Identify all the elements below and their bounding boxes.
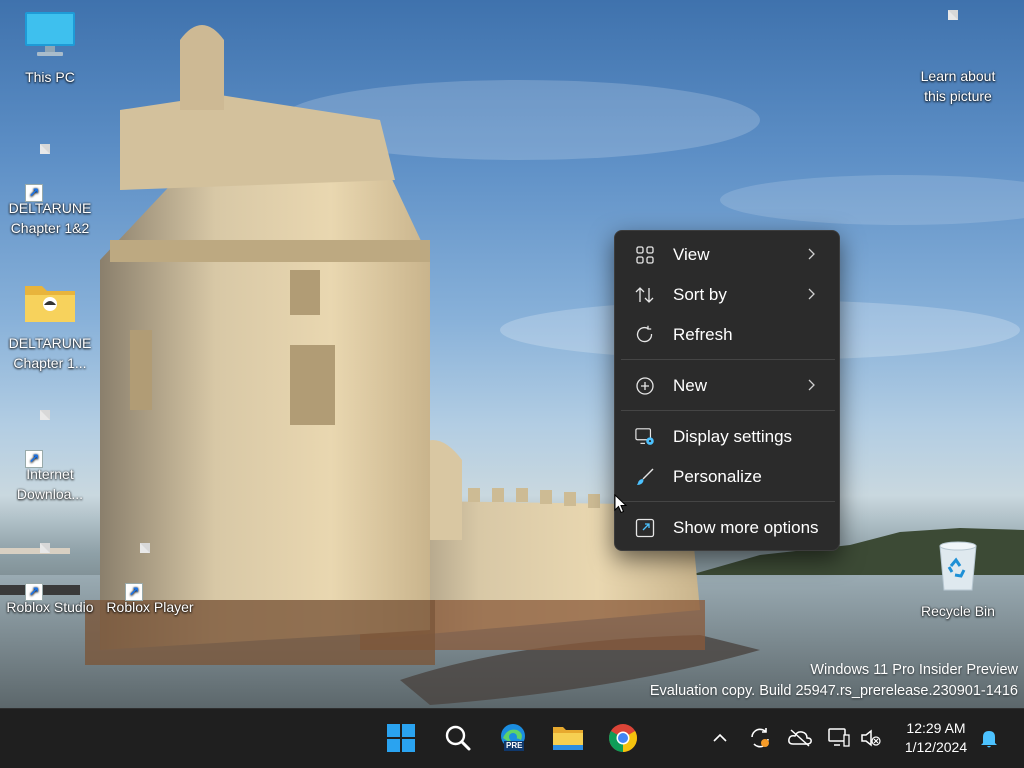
desktop-icon-label: Roblox Studio <box>6 599 94 615</box>
clock-button[interactable]: 12:29 AM 1/12/2024 <box>890 719 982 757</box>
desktop-icon-deltarune-chapter-1-2[interactable]: ↗ DELTARUNE Chapter 1&2 <box>2 144 98 238</box>
volume-button[interactable] <box>858 725 884 751</box>
open-external-icon <box>635 518 655 538</box>
file-explorer-button[interactable] <box>551 721 585 755</box>
menu-item-show-more-options[interactable]: Show more options <box>619 510 835 546</box>
desktop-icon-recycle-bin[interactable]: Recycle Bin <box>910 540 1006 621</box>
network-button[interactable] <box>826 725 852 751</box>
chevron-right-icon <box>808 288 815 300</box>
desktop-icon-learn-about-this-picture[interactable]: Learn about this picture <box>910 10 1006 106</box>
chrome-button[interactable] <box>606 721 640 755</box>
menu-item-label: Refresh <box>673 325 733 344</box>
plus-circle-icon <box>635 376 655 396</box>
desktop-icon-internet-download-manager[interactable]: ↗ Internet Downloa... <box>2 410 98 504</box>
sync-status-button[interactable] <box>747 725 773 751</box>
menu-item-label: Show more options <box>673 518 819 537</box>
desktop-icon-label: DELTARUNE Chapter 1... <box>8 335 92 371</box>
menu-item-label: View <box>673 245 710 264</box>
watermark-line-1: Windows 11 Pro Insider Preview <box>810 662 1018 678</box>
desktop-icon-label: Internet Downloa... <box>16 466 84 502</box>
display-settings-icon <box>635 427 655 447</box>
desktop-icon-label: Recycle Bin <box>921 603 995 619</box>
brush-icon <box>635 467 655 487</box>
folder-icon <box>2 278 98 331</box>
menu-item-personalize[interactable]: Personalize <box>619 459 835 495</box>
edge-button[interactable]: PRE <box>496 721 530 755</box>
file-explorer-icon <box>553 727 583 750</box>
desktop-icon-label: DELTARUNE Chapter 1&2 <box>8 200 92 236</box>
taskbar: PRE 12:29 AM 1/12/2024 <box>0 708 1024 768</box>
document-shortcut-icon: ↗ <box>125 543 169 601</box>
desktop-icon-this-pc[interactable]: This PC <box>2 10 98 87</box>
notifications-button[interactable] <box>976 725 1002 751</box>
evaluation-watermark: Windows 11 Pro Insider Preview Evaluatio… <box>650 660 1018 702</box>
menu-separator <box>621 359 835 360</box>
menu-item-label: Sort by <box>673 285 727 304</box>
grid-icon <box>635 245 655 265</box>
refresh-icon <box>635 325 655 345</box>
menu-item-new[interactable]: New <box>619 368 835 404</box>
recycle-bin-icon <box>910 540 1006 599</box>
clock-date: 1/12/2024 <box>904 739 968 755</box>
desktop-icon-label: Roblox Player <box>106 599 194 615</box>
menu-item-label: Personalize <box>673 467 762 486</box>
document-icon <box>939 10 977 64</box>
document-shortcut-icon: ↗ <box>25 410 69 468</box>
sync-icon <box>751 728 769 748</box>
menu-item-label: New <box>673 376 708 395</box>
menu-item-label: Display settings <box>673 427 793 446</box>
chevron-up-icon <box>713 733 727 742</box>
menu-separator <box>621 501 835 502</box>
mouse-cursor-icon <box>614 494 628 514</box>
network-icon <box>828 728 850 747</box>
desktop-icon-roblox-studio[interactable]: ↗ Roblox Studio <box>2 543 98 617</box>
document-shortcut-icon: ↗ <box>25 543 69 601</box>
sort-arrows-icon <box>635 285 655 305</box>
desktop-icon-label: This PC <box>25 69 75 85</box>
search-button[interactable] <box>441 721 475 755</box>
chrome-icon <box>609 724 637 752</box>
chevron-right-icon <box>808 379 815 391</box>
volume-muted-icon <box>861 729 881 747</box>
desktop-icon-label: Learn about this picture <box>920 68 996 104</box>
menu-separator <box>621 410 835 411</box>
monitor-icon <box>2 10 98 65</box>
watermark-line-2: Evaluation copy. Build 25947.rs_prerelea… <box>649 683 1018 699</box>
search-icon <box>445 725 471 751</box>
onedrive-off-icon <box>788 729 812 747</box>
menu-item-refresh[interactable]: Refresh <box>619 317 835 353</box>
desktop-context-menu: View Sort by Refresh New Display setting… <box>614 230 840 551</box>
bell-icon <box>981 731 997 748</box>
menu-item-sort-by[interactable]: Sort by <box>619 277 835 313</box>
start-button[interactable] <box>384 721 418 755</box>
menu-item-view[interactable]: View <box>619 237 835 273</box>
chevron-right-icon <box>808 248 815 260</box>
onedrive-button[interactable] <box>787 725 813 751</box>
menu-item-display-settings[interactable]: Display settings <box>619 419 835 455</box>
document-shortcut-icon: ↗ <box>25 144 69 202</box>
clock-time: 12:29 AM <box>906 720 966 736</box>
desktop-icon-roblox-player[interactable]: ↗ Roblox Player <box>102 543 198 617</box>
windows-start-icon <box>387 724 415 752</box>
edge-pre-badge: PRE <box>504 741 525 751</box>
show-hidden-icons-button[interactable] <box>707 725 733 751</box>
desktop-icon-deltarune-folder[interactable]: DELTARUNE Chapter 1... <box>2 278 98 373</box>
